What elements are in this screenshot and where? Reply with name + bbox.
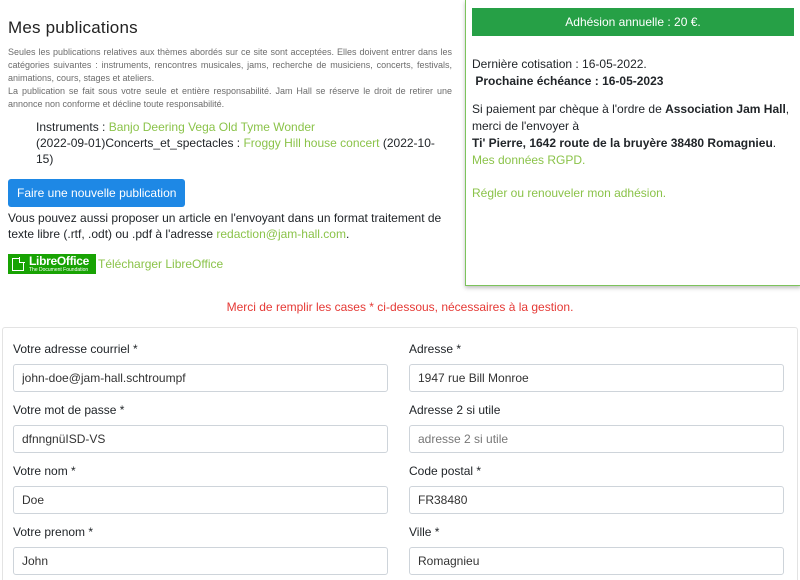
new-publication-button[interactable]: Faire une nouvelle publication	[8, 179, 186, 207]
publication-link-concert[interactable]: Froggy Hill house concert	[243, 136, 379, 150]
propose-article-text: Vous pouvez aussi proposer un article en…	[8, 210, 452, 242]
cheque-text: Si paiement par chèque à l'ordre de	[472, 102, 666, 116]
password-field[interactable]	[13, 425, 388, 453]
publications-rules-text: Seules les publications relatives aux th…	[8, 47, 452, 83]
publications-section: Mes publications Seules les publications…	[8, 18, 452, 274]
name-field-group: Votre nom *	[13, 464, 388, 514]
document-icon	[12, 257, 25, 271]
address2-field[interactable]	[409, 425, 784, 453]
cheque-address: Ti' Pierre, 1642 route de la bruyère 384…	[472, 136, 773, 150]
last-payment-text: Dernière cotisation : 16-05-2022.	[472, 57, 647, 71]
publication-link-banjo[interactable]: Banjo Deering Vega Old Tyme Wonder	[109, 120, 315, 134]
download-libreoffice-link[interactable]: Télécharger LibreOffice	[98, 257, 223, 271]
redaction-email-link[interactable]: redaction@jam-hall.com	[216, 227, 346, 241]
address2-label: Adresse 2 si utile	[409, 403, 501, 417]
address2-field-group: Adresse 2 si utile	[409, 403, 784, 453]
password-label: Votre mot de passe *	[13, 403, 125, 417]
address-field-group: Adresse *	[409, 342, 784, 392]
email-label: Votre adresse courriel *	[13, 342, 138, 356]
libreoffice-row: LibreOffice The Document Foundation Télé…	[8, 254, 452, 274]
libreoffice-logo[interactable]: LibreOffice The Document Foundation	[8, 254, 96, 274]
name-field[interactable]	[13, 486, 388, 514]
address-label: Adresse *	[409, 342, 462, 356]
libreoffice-logo-subtitle: The Document Foundation	[29, 266, 89, 273]
rgpd-link[interactable]: Mes données RGPD.	[472, 153, 585, 167]
cheque-end: .	[772, 136, 777, 150]
cheque-payee: Association Jam Hall	[665, 102, 786, 116]
email-field[interactable]	[13, 364, 388, 392]
membership-card-body: Dernière cotisation : 16-05-2022. Procha…	[466, 36, 800, 202]
firstname-field[interactable]	[13, 547, 388, 575]
publication-date: (2022-09-01)	[36, 136, 106, 150]
city-label: Ville *	[409, 525, 440, 539]
required-fields-notice: Merci de remplir les cases * ci-dessous,…	[226, 300, 574, 314]
postal-code-label: Code postal *	[409, 464, 482, 478]
name-label: Votre nom *	[13, 464, 76, 478]
firstname-field-group: Votre prenom *	[13, 525, 388, 575]
postal-code-field[interactable]	[409, 486, 784, 514]
profile-form: Votre adresse courriel * Votre mot de pa…	[2, 327, 798, 580]
publication-category: Instruments :	[36, 120, 109, 134]
membership-card: Adhésion annuelle : 20 €. Dernière cotis…	[465, 0, 800, 286]
password-field-group: Votre mot de passe *	[13, 403, 388, 453]
address-field[interactable]	[409, 364, 784, 392]
publications-disclaimer-text: La publication se fait sous votre seule …	[8, 86, 452, 109]
city-field[interactable]	[409, 547, 784, 575]
propose-end: .	[345, 227, 350, 241]
publications-rules: Seules les publications relatives aux th…	[8, 46, 452, 111]
publication-category: Concerts_et_spectacles :	[105, 136, 244, 150]
postal-code-field-group: Code postal *	[409, 464, 784, 514]
publications-title: Mes publications	[8, 18, 138, 37]
publication-list: Instruments : Banjo Deering Vega Old Tym…	[36, 119, 452, 167]
membership-fee-header: Adhésion annuelle : 20 €.	[472, 8, 794, 36]
city-field-group: Ville *	[409, 525, 784, 575]
email-field-group: Votre adresse courriel *	[13, 342, 388, 392]
next-due-text: Prochaine échéance : 16-05-2023	[475, 74, 664, 88]
firstname-label: Votre prenom *	[13, 525, 94, 539]
renew-membership-link[interactable]: Régler ou renouveler mon adhésion.	[472, 186, 666, 200]
libreoffice-logo-title: LibreOffice	[29, 253, 90, 268]
